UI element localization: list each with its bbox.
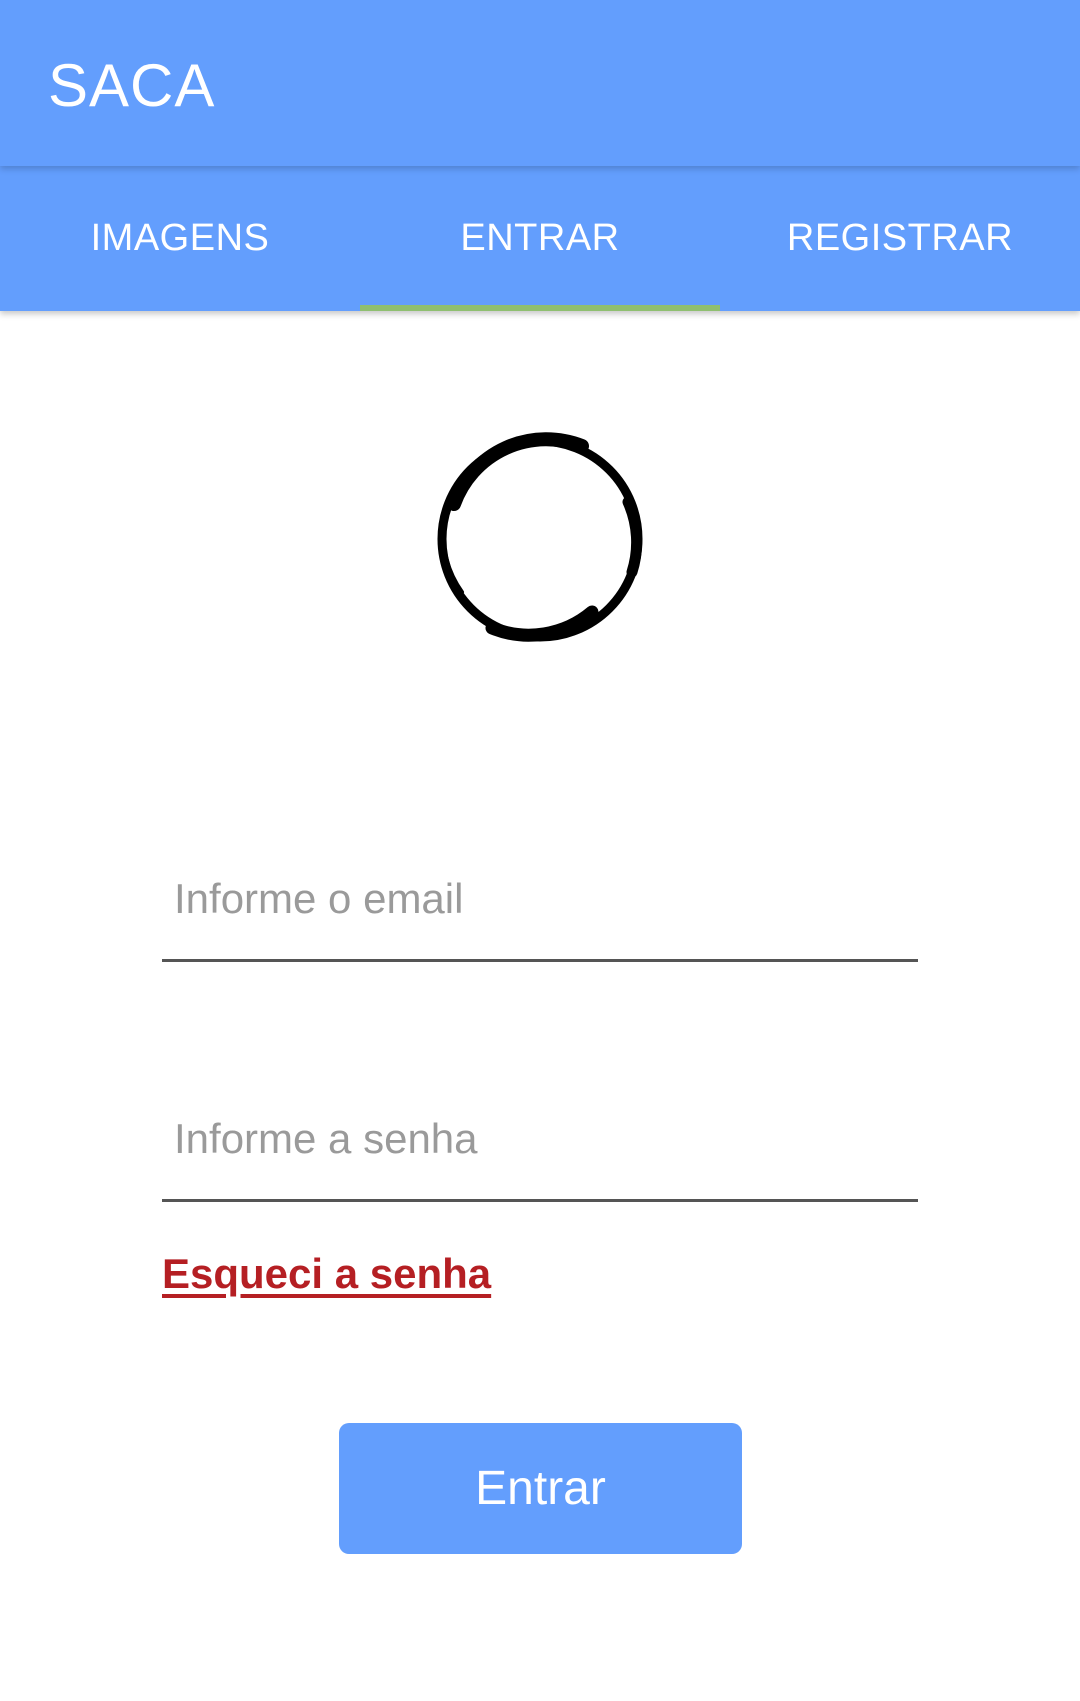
tab-label: IMAGENS <box>90 217 270 259</box>
tab-label: ENTRAR <box>460 217 620 259</box>
tab-registrar[interactable]: REGISTRAR <box>720 166 1080 311</box>
tab-label: REGISTRAR <box>786 217 1014 259</box>
app-bar: SACA <box>0 0 1080 166</box>
login-screen: SACA IMAGENS ENTRAR REGISTRAR Esqueci a … <box>0 0 1080 1701</box>
active-tab-indicator <box>360 305 720 311</box>
password-input[interactable] <box>174 1089 904 1189</box>
tab-bar: IMAGENS ENTRAR REGISTRAR <box>0 166 1080 311</box>
login-button[interactable]: Entrar <box>339 1423 742 1554</box>
tab-imagens[interactable]: IMAGENS <box>0 166 360 311</box>
enso-circle-icon <box>437 432 643 642</box>
email-input[interactable] <box>174 849 904 949</box>
tab-entrar[interactable]: ENTRAR <box>360 166 720 311</box>
email-field <box>162 849 918 962</box>
forgot-password-link[interactable]: Esqueci a senha <box>162 1250 491 1298</box>
password-field <box>162 1089 918 1202</box>
app-title: SACA <box>48 52 216 119</box>
